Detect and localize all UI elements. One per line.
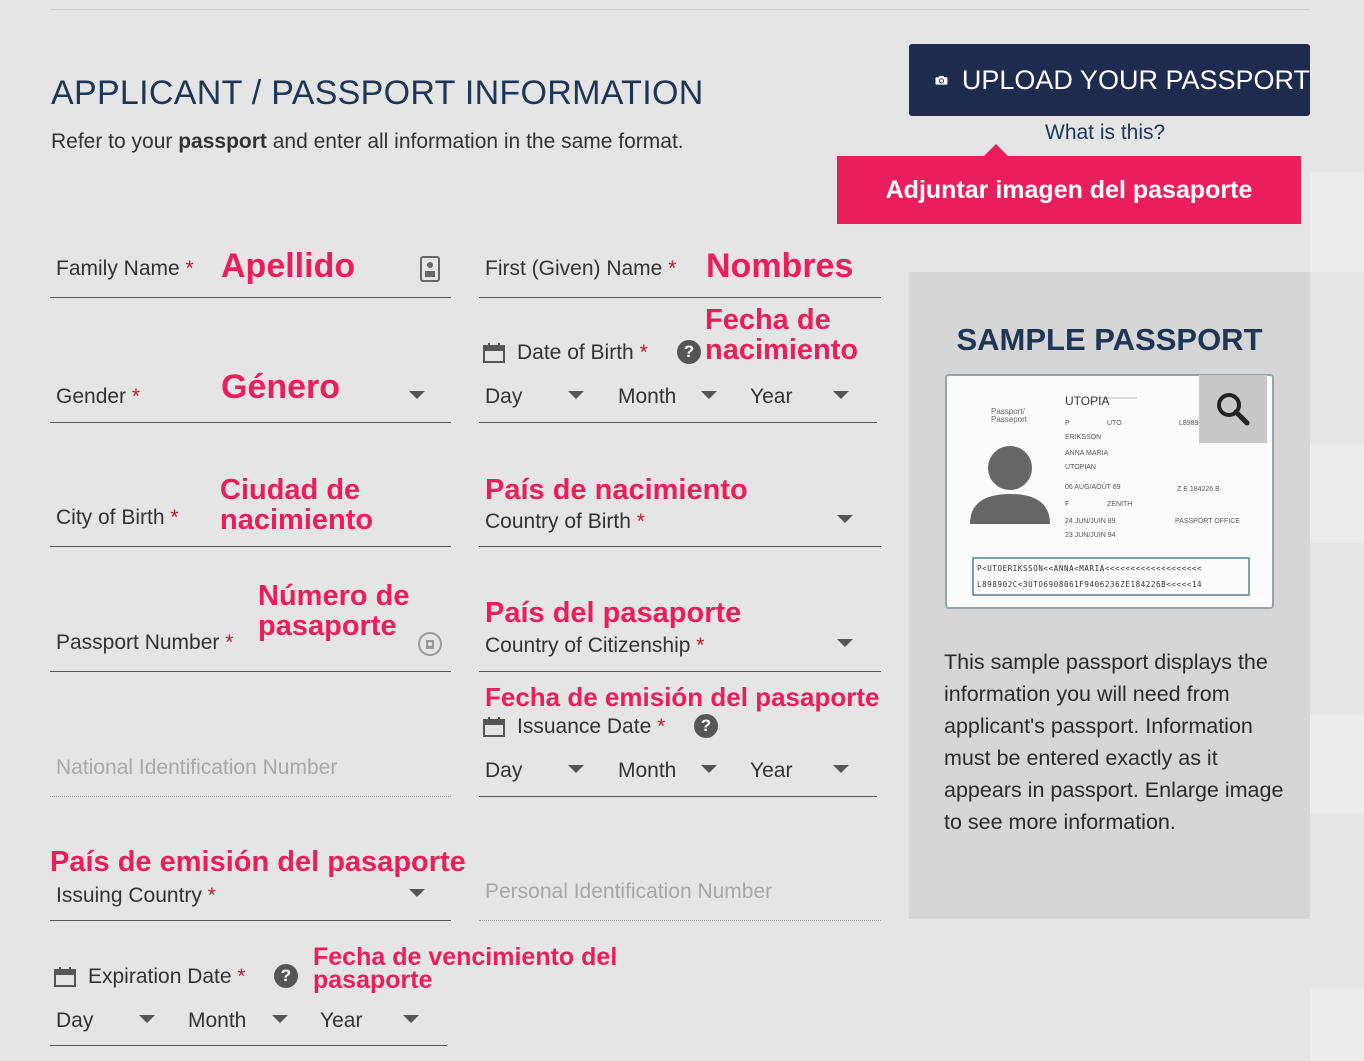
passport-type: P (1065, 420, 1070, 427)
passport-given-names: ANNA MARIA (1065, 450, 1109, 457)
city-of-birth-callout: Ciudad de nacimiento (220, 474, 374, 537)
passport-expiry-date: 23 JUN/JUIN 94 (1065, 532, 1116, 539)
expiration-date-callout: Fecha de vencimiento del pasaporte (313, 943, 618, 994)
issuance-year-chevron-down-icon (833, 765, 849, 773)
personal-id-placeholder: Personal Identification Number (485, 880, 773, 903)
gender-label: Gender * (56, 385, 141, 408)
dob-year-select[interactable]: Year (750, 385, 792, 409)
expiration-day-select[interactable]: Day (56, 1009, 93, 1033)
passport-authority: PASSPORT OFFICE (1175, 518, 1240, 525)
zoom-passport-button[interactable] (1199, 375, 1267, 443)
passport-number-label: Passport Number * (56, 631, 234, 654)
passport-dob: 06 AUG/AOÛT 69 (1065, 484, 1121, 491)
issuance-year-select[interactable]: Year (750, 759, 792, 783)
id-card-icon (420, 256, 440, 282)
first-name-label: First (Given) Name * (485, 257, 677, 280)
page-title: APPLICANT / PASSPORT INFORMATION (51, 74, 704, 112)
expiration-date-field (50, 998, 447, 1046)
passport-personal-no: Z E 184226 B (1177, 486, 1220, 493)
expiration-year-chevron-down-icon (403, 1015, 419, 1023)
what-is-this-link[interactable]: What is this? (1045, 121, 1165, 145)
issuance-day-chevron-down-icon (568, 765, 584, 773)
issuing-country-label: Issuing Country * (56, 884, 216, 907)
passport-sex: F (1065, 501, 1070, 508)
issuance-date-callout: Fecha de emisión del pasaporte (485, 682, 880, 712)
sample-passport-title: SAMPLE PASSPORT (956, 322, 1263, 357)
calendar-icon (483, 717, 505, 737)
family-name-callout: Apellido (221, 247, 356, 285)
issuance-date-help-icon[interactable]: ? (694, 714, 718, 738)
family-name-label: Family Name * (56, 257, 194, 280)
national-id-placeholder: National Identification Number (56, 756, 338, 779)
country-of-citizenship-label: Country of Citizenship * (485, 634, 705, 657)
gender-chevron-down-icon (409, 391, 425, 399)
date-of-birth-help-icon[interactable]: ? (677, 340, 701, 364)
country-of-citizenship-chevron-down-icon (837, 639, 853, 647)
date-of-birth-label: Date of Birth * (517, 341, 648, 364)
dob-day-chevron-down-icon (568, 391, 584, 399)
passport-scan-icon (418, 632, 442, 656)
expiration-day-chevron-down-icon (139, 1015, 155, 1023)
date-of-birth-callout: Fecha de nacimiento (705, 304, 859, 367)
dob-month-chevron-down-icon (701, 391, 717, 399)
passport-mrz-line2: L898902C<3UTO6908061F9406236ZE184226B<<<… (977, 580, 1203, 589)
passport-code: UTO (1107, 420, 1122, 427)
issuance-date-field (479, 749, 877, 797)
passport-mrz-line1: P<UTOERIKSSON<<ANNA<MARIA<<<<<<<<<<<<<<<… (977, 564, 1203, 573)
expiration-date-label: Expiration Date * (88, 965, 246, 988)
dob-day-select[interactable]: Day (485, 385, 522, 409)
page-subtitle: Refer to your passport and enter all inf… (51, 130, 684, 153)
country-of-birth-label: Country of Birth * (485, 510, 645, 533)
page-edge-strip (1310, 443, 1364, 543)
dob-month-select[interactable]: Month (618, 385, 676, 409)
page-edge-strip (1310, 987, 1364, 1061)
expiration-year-select[interactable]: Year (320, 1009, 362, 1033)
gender-callout: Género (221, 368, 341, 406)
first-name-callout: Nombres (706, 247, 854, 285)
date-of-birth-field (479, 375, 877, 423)
passport-issue-date: 24 JUN/JUIN 89 (1065, 518, 1116, 525)
country-of-birth-chevron-down-icon (837, 515, 853, 523)
upload-passport-button[interactable]: UPLOAD YOUR PASSPORT (909, 44, 1310, 116)
sample-passport-description: This sample passport displays the inform… (944, 650, 1284, 834)
expiration-date-help-icon[interactable]: ? (274, 964, 298, 988)
upload-passport-label: UPLOAD YOUR PASSPORT (961, 64, 1310, 95)
passport-country: UTOPIA (1065, 394, 1110, 408)
issuance-month-select[interactable]: Month (618, 759, 676, 783)
passport-number-callout: Número de pasaporte (258, 580, 410, 643)
page-edge-strip (1310, 714, 1364, 814)
passport-nationality: UTOPIAN (1065, 464, 1096, 471)
issuing-country-chevron-down-icon (409, 889, 425, 897)
camera-icon (935, 75, 948, 85)
issuance-date-label: Issuance Date * (517, 715, 666, 738)
magnifier-icon (1217, 393, 1250, 426)
city-of-birth-label: City of Birth * (56, 506, 179, 529)
expiration-month-chevron-down-icon (272, 1015, 288, 1023)
expiration-month-select[interactable]: Month (188, 1009, 246, 1033)
upload-callout: Adjuntar imagen del pasaporte (837, 144, 1301, 224)
page-edge-strip (1310, 172, 1364, 272)
issuance-day-select[interactable]: Day (485, 759, 522, 783)
issuance-month-chevron-down-icon (701, 765, 717, 773)
passport-place-of-birth: ZENITH (1107, 501, 1133, 508)
passport-doc-label: Passport/Passeport (991, 407, 1028, 424)
passport-surname: ERIKSSON (1065, 434, 1102, 441)
calendar-icon (483, 343, 505, 363)
top-divider (50, 9, 1310, 10)
dob-year-chevron-down-icon (833, 391, 849, 399)
calendar-icon (54, 967, 76, 987)
